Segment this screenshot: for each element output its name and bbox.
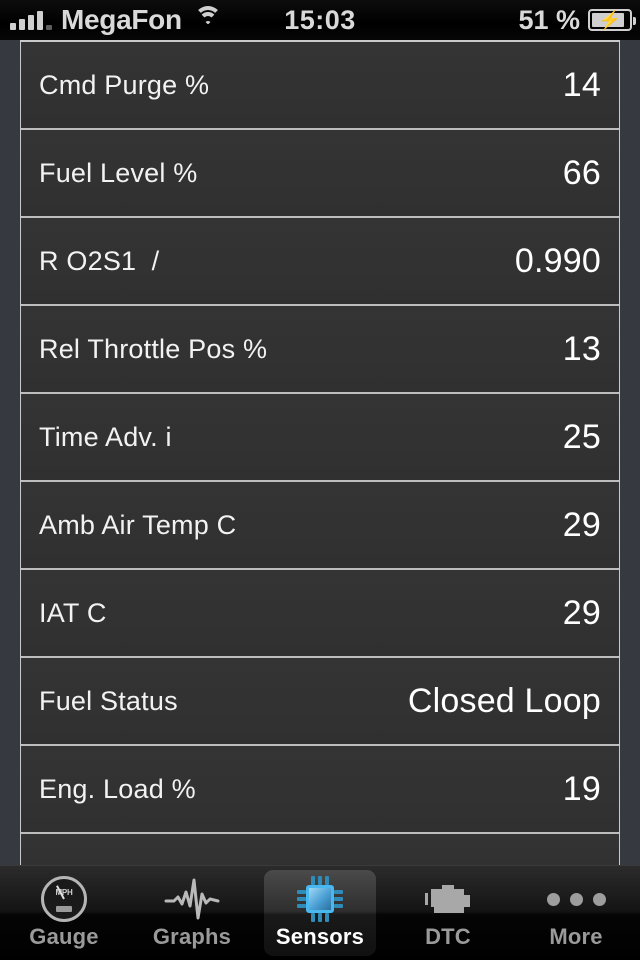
sensor-row[interactable]: Cmd Purge % 14 — [21, 42, 619, 130]
status-bar-clock: 15:03 — [284, 4, 356, 35]
sensor-row-value: 25 — [562, 417, 601, 456]
sensor-row[interactable]: Amb Air Temp C 29 — [21, 482, 619, 570]
tab-dtc[interactable]: DTC — [384, 866, 512, 960]
sensor-row-value: 29 — [562, 505, 601, 544]
sensor-row[interactable] — [21, 834, 619, 865]
sensor-row[interactable]: Fuel Status Closed Loop — [21, 658, 619, 746]
sensor-row[interactable]: IAT C 29 — [21, 570, 619, 658]
status-bar: MegaFon 15:03 51 % ⚡ — [0, 0, 640, 40]
tab-graphs[interactable]: Graphs — [128, 866, 256, 960]
tab-more[interactable]: More — [512, 866, 640, 960]
sensor-row-value: Closed Loop — [407, 681, 601, 720]
sensor-row[interactable]: Time Adv. i 25 — [21, 394, 619, 482]
tab-graphs-label: Graphs — [152, 924, 232, 949]
sensor-row-label: R O2S1 / — [39, 245, 160, 276]
sensor-row-label: Time Adv. i — [39, 421, 172, 452]
sensor-row[interactable]: Rel Throttle Pos % 13 — [21, 306, 619, 394]
sensor-row[interactable]: R O2S1 / 0.990 — [21, 218, 619, 306]
speedometer-icon-label: MPH — [55, 888, 73, 897]
sensor-list-scroll-area[interactable]: Cmd Purge % 14 Fuel Level % 66 R O2S1 / 0.990… — [0, 40, 640, 865]
sensor-row-value: 13 — [562, 329, 601, 368]
tab-sensors[interactable]: Sensors — [256, 866, 384, 960]
sensor-row-value: 0.990 — [514, 241, 601, 280]
tab-sensors-label: Sensors — [275, 924, 365, 949]
sensor-row-value: 19 — [562, 769, 601, 808]
chip-icon — [290, 874, 350, 924]
sensor-row-value: 14 — [562, 65, 601, 104]
sensor-table: Cmd Purge % 14 Fuel Level % 66 R O2S1 / 0.990… — [20, 40, 620, 865]
tab-gauge-label: Gauge — [29, 924, 99, 949]
sensor-row-label: Cmd Purge % — [39, 69, 210, 100]
sensor-row[interactable]: Fuel Level % 66 — [21, 130, 619, 218]
waveform-icon — [162, 874, 222, 924]
sensor-row-label: Rel Throttle Pos % — [39, 333, 268, 364]
sensor-row-value: 66 — [562, 153, 601, 192]
sensor-row[interactable]: Eng. Load % 19 — [21, 746, 619, 834]
sensor-row-label: Fuel Status — [39, 685, 178, 716]
sensor-row-label: Eng. Load % — [39, 773, 196, 804]
tab-gauge[interactable]: MPH Gauge — [0, 866, 128, 960]
battery-charging-icon: ⚡ — [588, 9, 636, 31]
tab-bar: MPH Gauge Graphs Sensors DTC More — [0, 865, 640, 960]
engine-icon — [418, 874, 478, 924]
sensor-row-label: Fuel Level % — [39, 157, 198, 188]
speedometer-icon: MPH — [34, 874, 94, 924]
ellipsis-icon — [546, 874, 606, 924]
sensor-row-label: Amb Air Temp C — [39, 509, 237, 540]
sensor-row-label: IAT C — [39, 597, 107, 628]
tab-more-label: More — [549, 924, 603, 949]
sensor-row-value: 29 — [562, 593, 601, 632]
tab-dtc-label: DTC — [425, 924, 471, 949]
